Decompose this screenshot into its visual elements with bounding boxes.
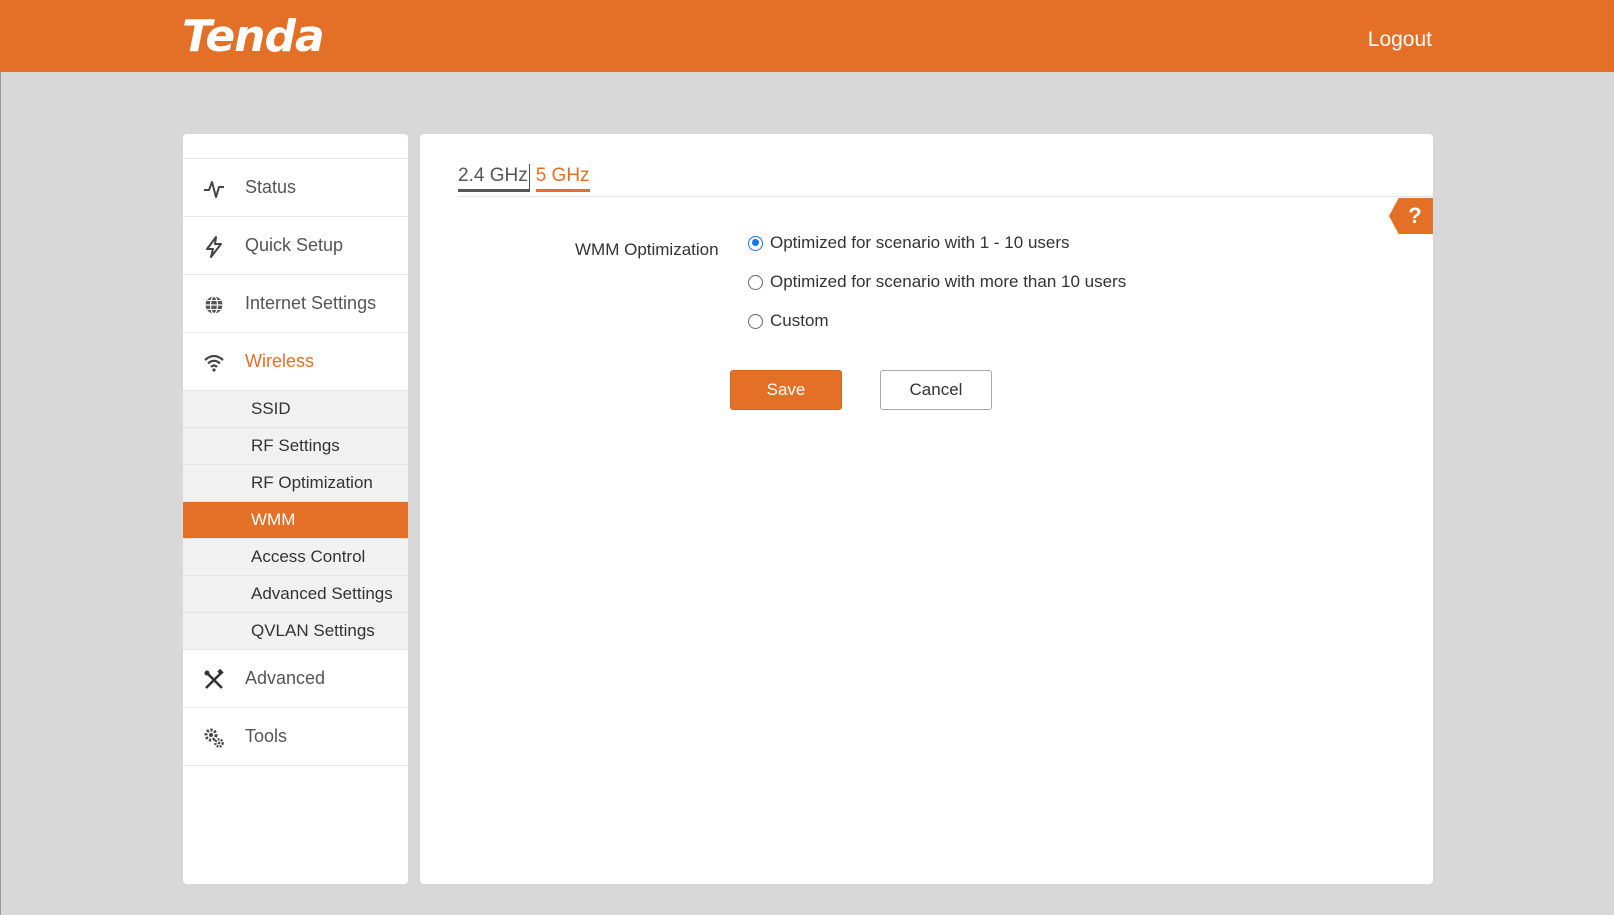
radio-button[interactable] (748, 274, 763, 290)
sidebar-item-label: Tools (245, 726, 288, 746)
sidebar-item-status[interactable]: Status (183, 159, 408, 217)
radio-option-1-10-users[interactable]: Optimized for scenario with 1 - 10 users (748, 233, 1070, 253)
radio-label: Optimized for scenario with more than 10… (770, 272, 1127, 291)
sidebar-item-label: Internet Settings (245, 293, 377, 313)
submenu-item-ssid[interactable]: SSID (183, 391, 408, 428)
sidebar-item-label: Quick Setup (245, 235, 344, 255)
globe-icon (205, 295, 223, 315)
submenu-item-qvlan-settings[interactable]: QVLAN Settings (183, 613, 408, 650)
submenu-item-rf-optimization[interactable]: RF Optimization (183, 465, 408, 502)
radio-button[interactable] (748, 235, 763, 251)
sidebar-top-spacer (183, 134, 408, 159)
logout-link[interactable]: Logout (1368, 28, 1432, 52)
tab-divider (458, 196, 1433, 197)
band-tabs: 2.4 GHz 5 GHz (458, 164, 590, 192)
tools-icon (204, 669, 224, 689)
sidebar-item-quick-setup[interactable]: Quick Setup (183, 217, 408, 275)
sidebar-item-internet-settings[interactable]: Internet Settings (183, 275, 408, 333)
sidebar: Status Quick Setup Internet Settings Wir… (183, 134, 408, 884)
save-button[interactable]: Save (730, 370, 842, 410)
submenu-item-rf-settings[interactable]: RF Settings (183, 428, 408, 465)
pulse-icon (204, 181, 224, 198)
sidebar-item-advanced[interactable]: Advanced (183, 650, 408, 708)
help-button[interactable]: ? (1389, 198, 1433, 234)
tenda-logo: Tenda (182, 11, 325, 62)
submenu-item-access-control[interactable]: Access Control (183, 539, 408, 576)
wifi-icon (204, 354, 224, 372)
radio-label: Custom (770, 311, 829, 330)
submenu-item-advanced-settings[interactable]: Advanced Settings (183, 576, 408, 613)
wmm-optimization-label: WMM Optimization (575, 240, 719, 259)
gears-icon (204, 728, 224, 748)
main-panel: 2.4 GHz 5 GHz ? WMM Optimization Optimiz… (420, 134, 1433, 884)
window-edge (0, 72, 1, 915)
lightning-icon (206, 236, 222, 258)
sidebar-item-label: Status (245, 177, 297, 197)
tab-5-ghz[interactable]: 5 GHz (535, 164, 590, 192)
wireless-submenu: SSID RF Settings RF Optimization WMM Acc… (183, 391, 408, 650)
radio-option-more-than-10-users[interactable]: Optimized for scenario with more than 10… (748, 272, 1126, 292)
sidebar-item-label: Advanced (245, 668, 326, 688)
sidebar-item-wireless[interactable]: Wireless (183, 333, 408, 391)
radio-label: Optimized for scenario with 1 - 10 users (770, 233, 1070, 252)
sidebar-item-label: Wireless (245, 351, 315, 371)
tab-2-4-ghz[interactable]: 2.4 GHz (458, 164, 530, 192)
sidebar-item-tools[interactable]: Tools (183, 708, 408, 766)
radio-option-custom[interactable]: Custom (748, 311, 829, 331)
cancel-button[interactable]: Cancel (880, 370, 992, 410)
radio-button[interactable] (748, 313, 763, 329)
submenu-item-wmm[interactable]: WMM (183, 502, 408, 539)
top-header: Tenda Logout (0, 0, 1614, 72)
